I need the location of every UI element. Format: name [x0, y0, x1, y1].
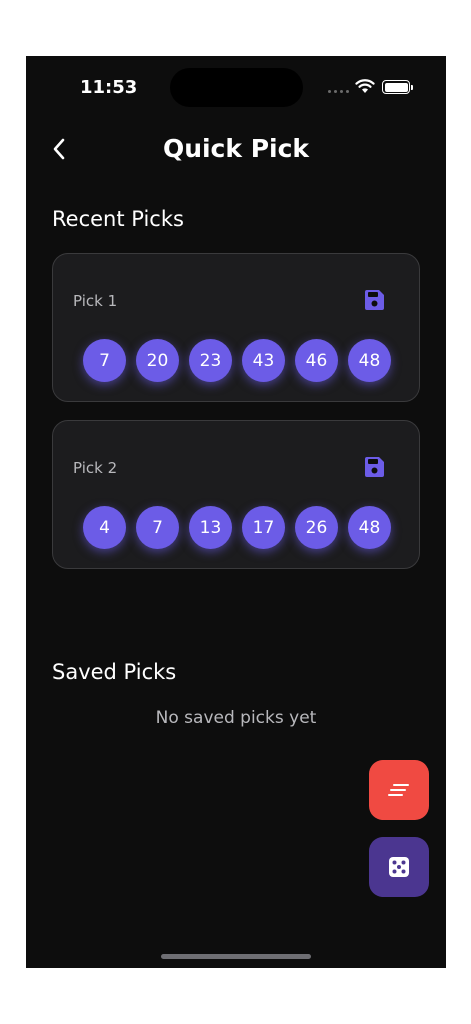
number-ball: 7 [136, 506, 179, 549]
pick-card: Pick 2 4 7 13 17 26 48 [52, 420, 420, 569]
number-balls: 4 7 13 17 26 48 [83, 506, 391, 549]
pick-card: Pick 1 7 20 23 43 46 48 [52, 253, 420, 402]
number-ball: 17 [242, 506, 285, 549]
back-button[interactable] [44, 134, 74, 164]
recent-picks-title: Recent Picks [52, 207, 184, 231]
battery-icon [382, 80, 413, 94]
home-indicator[interactable] [161, 954, 311, 959]
number-ball: 46 [295, 339, 338, 382]
number-ball: 48 [348, 339, 391, 382]
pick-label: Pick 1 [73, 292, 118, 310]
floppy-disk-icon [365, 290, 384, 310]
random-pick-button[interactable] [369, 837, 429, 897]
number-ball: 13 [189, 506, 232, 549]
app-screen: 11:53 Quick Pick Recent Picks Pick 1 7 2… [26, 56, 446, 968]
save-pick-button[interactable] [361, 454, 387, 480]
save-pick-button[interactable] [361, 287, 387, 313]
dice-icon [389, 857, 409, 877]
page-title: Quick Pick [162, 134, 310, 163]
number-balls: 7 20 23 43 46 48 [83, 339, 391, 382]
number-ball: 43 [242, 339, 285, 382]
number-ball: 23 [189, 339, 232, 382]
saved-picks-title: Saved Picks [52, 660, 177, 684]
dynamic-island [170, 68, 303, 107]
number-ball: 26 [295, 506, 338, 549]
number-ball: 4 [83, 506, 126, 549]
clear-picks-button[interactable] [369, 760, 429, 820]
empty-state-text: No saved picks yet [155, 708, 317, 728]
signal-icon [328, 90, 349, 93]
wifi-icon [355, 78, 375, 98]
number-ball: 7 [83, 339, 126, 382]
pick-label: Pick 2 [73, 459, 118, 477]
chevron-left-icon [53, 138, 65, 160]
status-time: 11:53 [80, 77, 138, 98]
number-ball: 48 [348, 506, 391, 549]
number-ball: 20 [136, 339, 179, 382]
clear-list-icon [388, 784, 409, 796]
floppy-disk-icon [365, 457, 384, 477]
